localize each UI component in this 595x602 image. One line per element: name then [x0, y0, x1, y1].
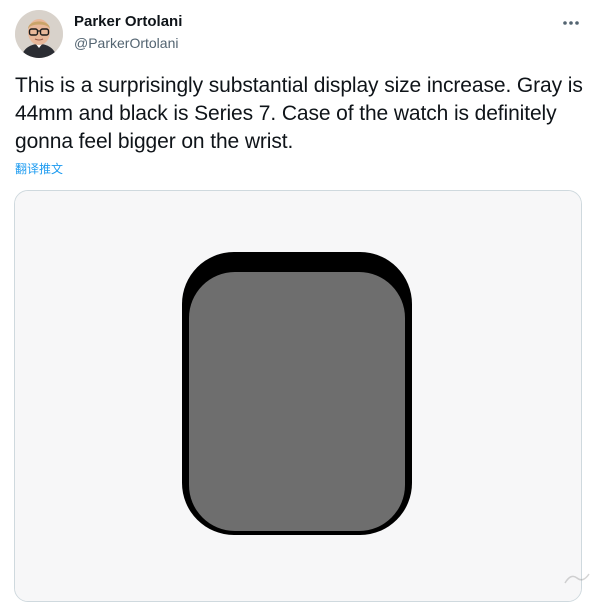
- more-horizontal-icon: [563, 21, 579, 25]
- 44mm-display-shape: [189, 272, 405, 531]
- tweet-text: This is a surprisingly substantial displ…: [15, 74, 583, 153]
- author-display-name[interactable]: Parker Ortolani: [74, 13, 182, 30]
- watermark-icon: [564, 573, 590, 584]
- watch-display-comparison-illustration: [15, 191, 581, 601]
- author-handle[interactable]: @ParkerOrtolani: [74, 35, 178, 51]
- avatar[interactable]: [15, 10, 63, 58]
- tweet-media-image[interactable]: [14, 190, 582, 602]
- watermark-logo: [563, 571, 591, 585]
- translate-tweet-link[interactable]: 翻译推文: [15, 160, 63, 177]
- person-avatar-icon: [15, 10, 63, 58]
- more-options-button[interactable]: [555, 12, 587, 34]
